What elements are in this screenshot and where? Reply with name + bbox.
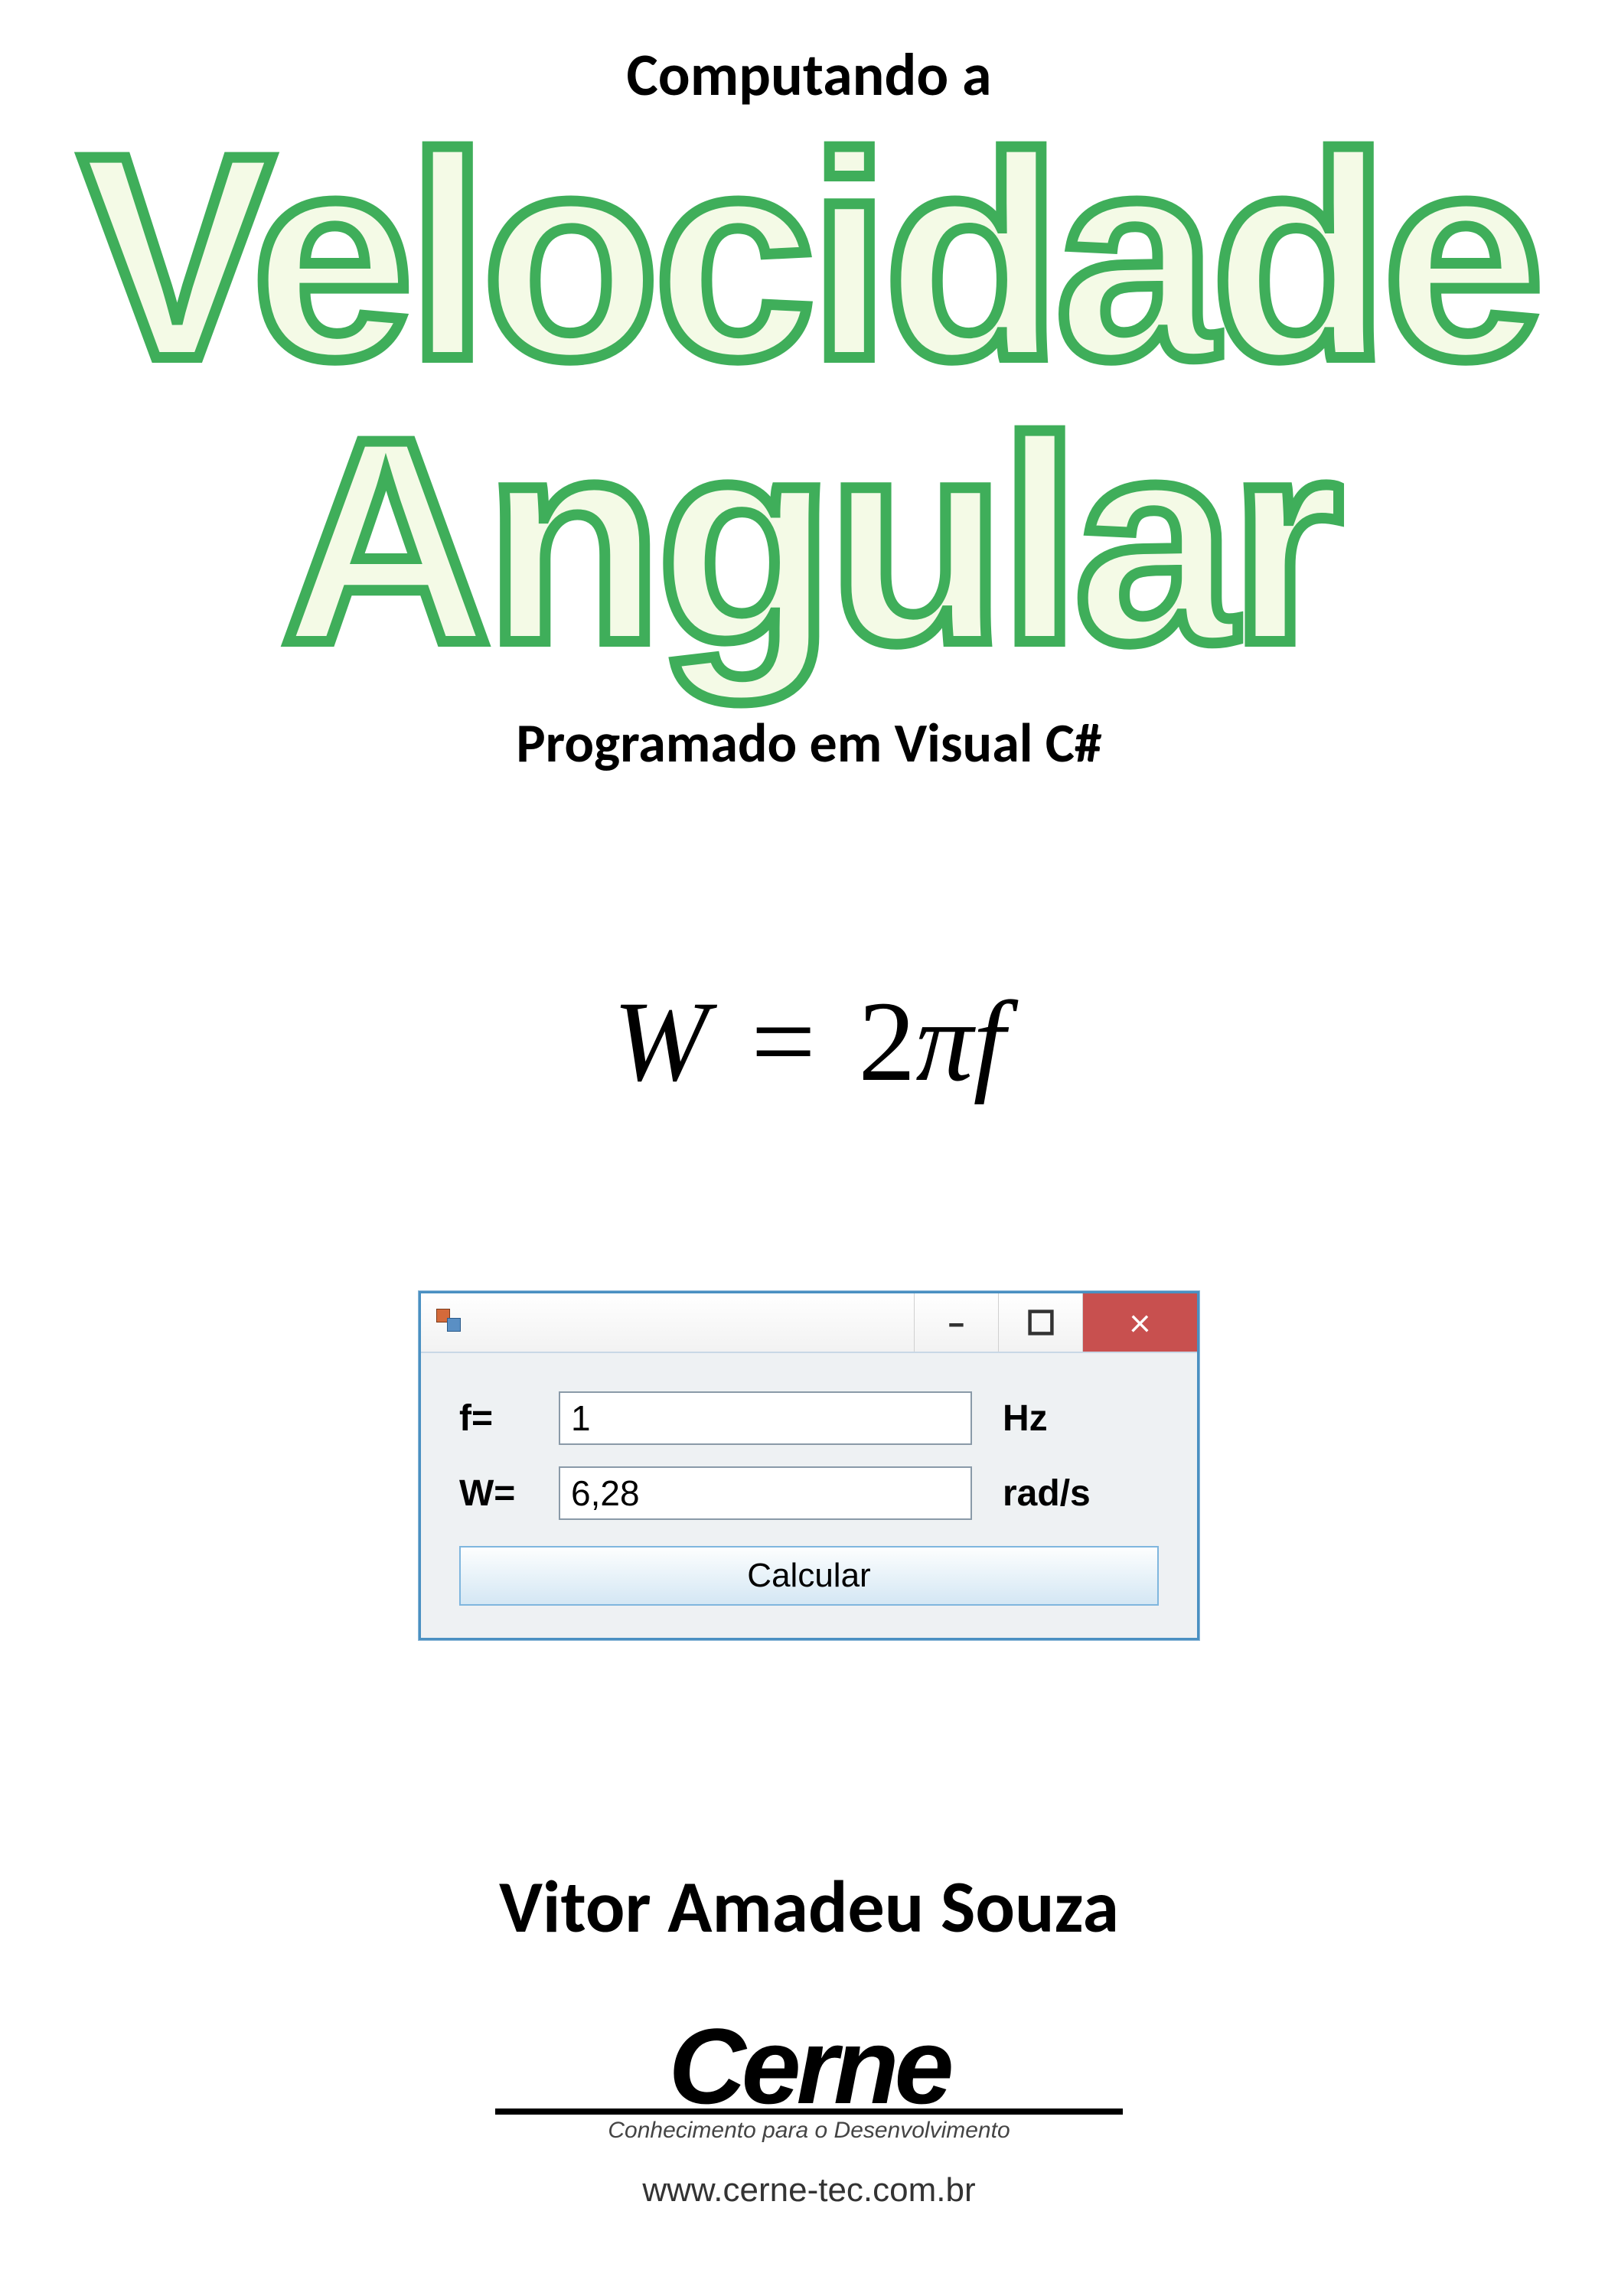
formula-var: f — [974, 978, 1006, 1105]
app-window: – × f= Hz W= rad/s Calcular — [419, 1291, 1199, 1640]
minimize-button[interactable]: – — [914, 1293, 998, 1352]
subtitle-text: Programado em Visual C# — [516, 709, 1101, 777]
window-titlebar[interactable]: – × — [421, 1293, 1197, 1353]
input-omega[interactable] — [559, 1466, 972, 1520]
label-frequency: f= — [459, 1397, 559, 1440]
form-row: W= rad/s — [459, 1466, 1159, 1520]
formula-coef: 2 — [858, 978, 915, 1105]
author-name: Vitor Amadeu Souza — [499, 1862, 1119, 1952]
app-icon — [435, 1309, 462, 1336]
publisher-logo: Cerne Conhecimento para o Desenvolviment… — [495, 2020, 1123, 2210]
title-line-1: Velocidade — [80, 119, 1538, 395]
unit-hz: Hz — [1003, 1397, 1048, 1440]
form-row: f= Hz — [459, 1391, 1159, 1445]
close-button[interactable]: × — [1082, 1293, 1197, 1352]
formula-equals: = — [751, 978, 816, 1105]
calculate-button[interactable]: Calcular — [459, 1546, 1159, 1606]
brand-name: Cerne — [669, 2020, 950, 2112]
form-body: f= Hz W= rad/s Calcular — [421, 1353, 1197, 1638]
book-cover: Computando a Velocidade Angular Programa… — [0, 0, 1618, 2296]
title-line-2: Angular — [281, 403, 1337, 679]
unit-rads: rad/s — [1003, 1473, 1091, 1515]
input-frequency[interactable] — [559, 1391, 972, 1445]
formula-pi: π — [915, 978, 973, 1105]
formula: W = 2πf — [613, 976, 1005, 1107]
formula-lhs: W — [613, 978, 709, 1105]
window-controls: – × — [914, 1293, 1197, 1352]
maximize-button[interactable] — [998, 1293, 1082, 1352]
label-omega: W= — [459, 1473, 559, 1515]
brand-website: www.cerne-tec.com.br — [642, 2171, 975, 2210]
